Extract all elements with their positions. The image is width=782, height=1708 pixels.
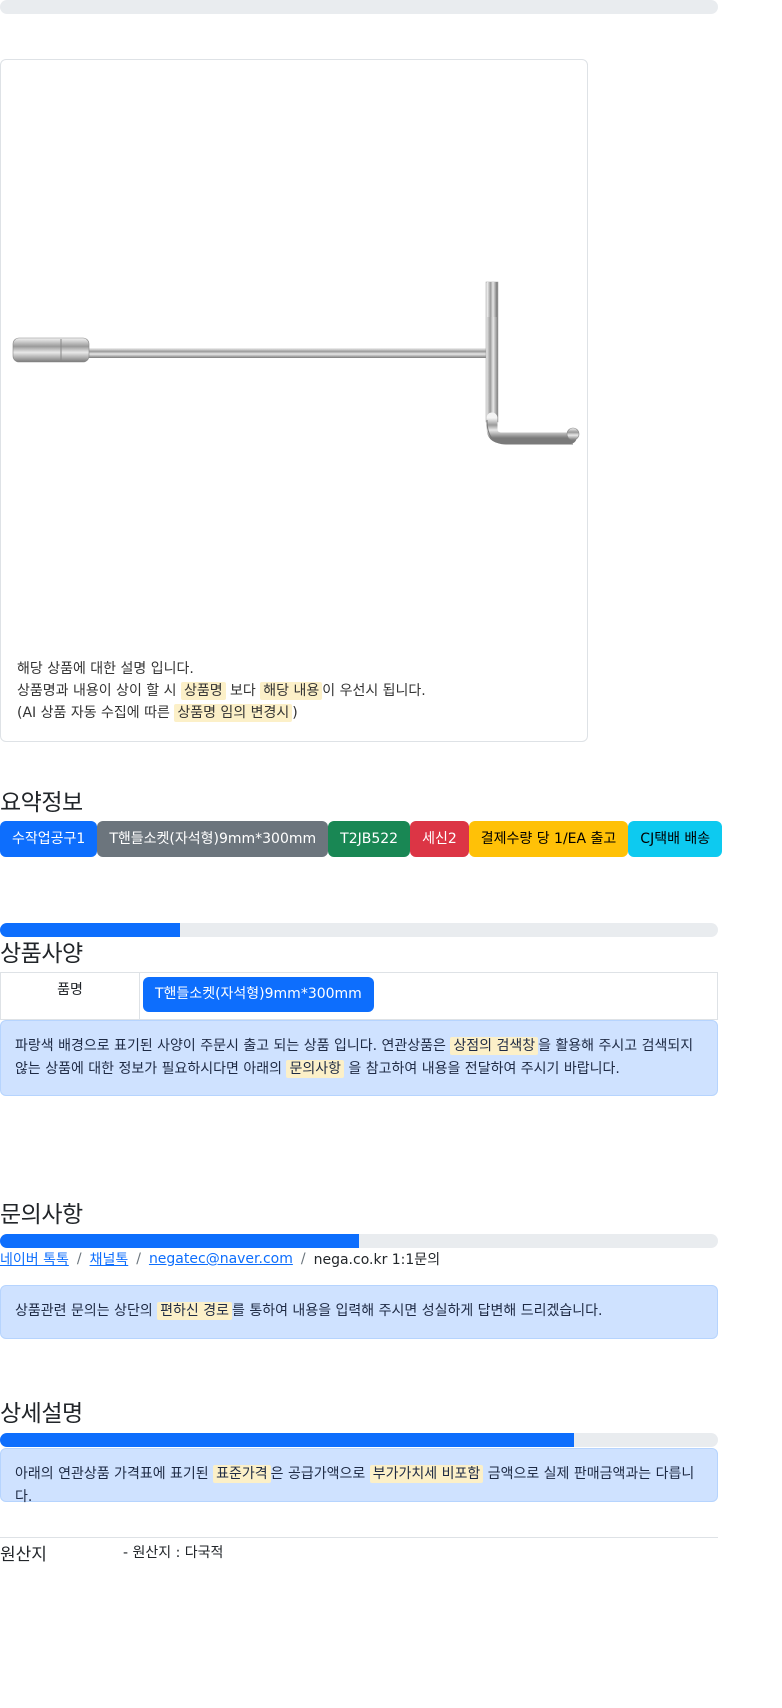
- highlight-text: 해당 내용: [260, 682, 323, 700]
- summary-badges: 수작업공구1 T핸들소켓(자석형)9mm*300mm T2JB522 세신2 결제수량 …: [0, 821, 723, 857]
- email-link[interactable]: negatec@naver.com: [149, 1251, 293, 1267]
- inquiry-breadcrumb: 네이버 톡톡 / 채널톡 / negatec@naver.com / nega.…: [0, 1249, 440, 1269]
- inquiry-notice: 상품관련 문의는 상단의 편하신 경로 를 통하여 내용을 입력해 주시면 성실하…: [0, 1285, 718, 1339]
- highlight-text: 상점의 검색창: [450, 1037, 539, 1055]
- summary-badge: T핸들소켓(자석형)9mm*300mm: [97, 821, 329, 857]
- summary-badge: 수작업공구1: [0, 821, 98, 857]
- description-text: 보다: [230, 683, 256, 699]
- highlight-text: 상품명: [180, 682, 226, 700]
- t-handle-socket-image: [12, 281, 580, 445]
- summary-badge: T2JB522: [328, 821, 411, 857]
- detail-progress-bar: [0, 1433, 718, 1447]
- highlight-text: 편하신 경로: [157, 1302, 233, 1320]
- breadcrumb-separator: /: [136, 1251, 141, 1267]
- inquiry-progress-fill: [0, 1234, 359, 1248]
- spec-option-button[interactable]: T핸들소켓(자석형)9mm*300mm: [143, 977, 374, 1012]
- highlight-text: 부가가치세 비포함: [369, 1465, 484, 1483]
- description-text: 이 우선시 됩니다.: [322, 683, 426, 699]
- description-text: ): [292, 705, 298, 721]
- top-progress-bar: [0, 0, 718, 14]
- inquiry-progress-bar: [0, 1234, 718, 1248]
- breadcrumb-separator: /: [76, 1251, 82, 1267]
- detail-progress-fill: [0, 1433, 575, 1447]
- detail-title: 상세설명: [0, 1401, 83, 1427]
- origin-label: 원산지: [0, 1545, 47, 1565]
- description-line: (AI 상품 자동 수집에 따른 상품명 임의 변경시): [17, 702, 426, 724]
- naver-talktalk-link[interactable]: 네이버 톡톡: [0, 1249, 69, 1269]
- highlight-text: 표준가격: [213, 1465, 271, 1483]
- summary-title: 요약정보: [0, 790, 83, 816]
- description-text: (AI 상품 자동 수집에 따른: [17, 705, 170, 721]
- breadcrumb-separator: /: [300, 1251, 306, 1267]
- notice-text: 을 참고하여 내용을 전달하여 주시기 바랍니다.: [348, 1061, 620, 1077]
- spec-progress-bar: [0, 923, 718, 937]
- notice-text: 상품관련 문의는 상단의: [15, 1303, 153, 1319]
- notice-text: 파랑색 배경으로 표기된 사양이 주문시 출고 되는 상품 입니다. 연관상품은: [15, 1038, 446, 1054]
- summary-badge: CJ택배 배송: [628, 821, 723, 857]
- spec-title: 상품사양: [0, 941, 83, 967]
- inquiry-title: 문의사항: [0, 1202, 83, 1228]
- spec-notice: 파랑색 배경으로 표기된 사양이 주문시 출고 되는 상품 입니다. 연관상품은…: [0, 1020, 718, 1096]
- notice-text: 아래의 연관상품 가격표에 표기된: [15, 1466, 209, 1482]
- product-card: 해당 상품에 대한 설명 입니다. 상품명과 내용이 상이 할 시 상품명 보다…: [0, 59, 588, 742]
- channel-talk-link[interactable]: 채널톡: [90, 1249, 129, 1269]
- summary-badge: 결제수량 당 1/EA 출고: [468, 821, 629, 857]
- description-line: 해당 상품에 대한 설명 입니다.: [17, 661, 194, 677]
- origin-value: - 원산지 : 다국적: [123, 1545, 224, 1561]
- notice-text: 은 공급가액으로: [270, 1466, 366, 1482]
- notice-text: 를 통하여 내용을 입력해 주시면 성실하게 답변해 드리겠습니다.: [232, 1303, 603, 1319]
- description-text: 상품명과 내용이 상이 할 시: [17, 683, 177, 699]
- description-line: 상품명과 내용이 상이 할 시 상품명 보다 해당 내용 이 우선시 됩니다.: [17, 680, 426, 702]
- spec-row-label: 품명: [1, 973, 140, 1019]
- highlight-text: 문의사항: [286, 1060, 344, 1078]
- product-description: 해당 상품에 대한 설명 입니다. 상품명과 내용이 상이 할 시 상품명 보다…: [17, 658, 426, 724]
- breadcrumb-current: nega.co.kr 1:1문의: [313, 1252, 441, 1268]
- spec-table: 품명 T핸들소켓(자석형)9mm*300mm: [0, 972, 718, 1020]
- detail-notice: 아래의 연관상품 가격표에 표기된 표준가격 은 공급가액으로 부가가치세 비포함…: [0, 1448, 718, 1505]
- highlight-text: 상품명 임의 변경시: [174, 704, 293, 722]
- origin-row: 원산지 - 원산지 : 다국적: [0, 1537, 718, 1567]
- summary-badge: 세신2: [410, 821, 469, 857]
